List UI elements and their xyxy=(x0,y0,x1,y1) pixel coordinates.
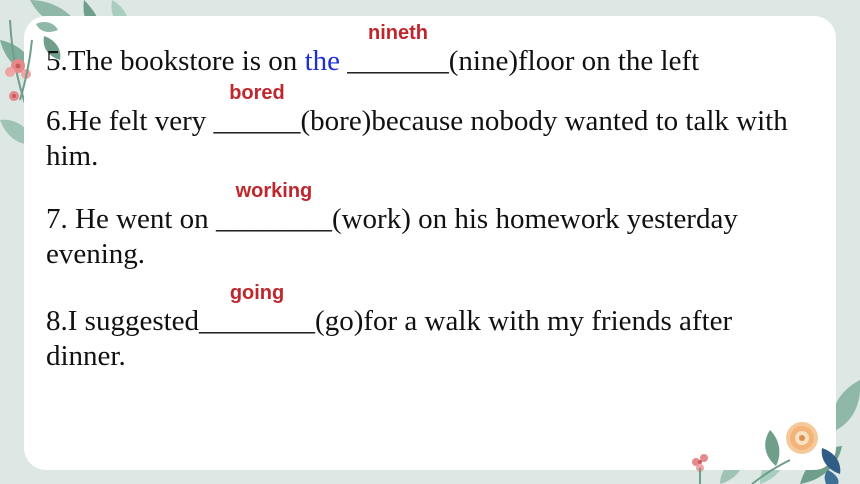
answer-text: bored xyxy=(229,82,285,104)
question-number: 8. xyxy=(46,305,68,337)
question-6: 6.He felt very ______ bored (bore)because … xyxy=(46,82,816,174)
blank-line: ________ xyxy=(199,305,316,337)
question-text-before: He felt very xyxy=(67,105,214,137)
question-5: 5.The bookstore is on the _______ nineth(… xyxy=(46,22,816,79)
answer-blank: ________ working xyxy=(215,180,332,237)
answer-blank: _______ nineth xyxy=(347,22,449,79)
question-number: 5. xyxy=(46,45,68,77)
question-number: 6. xyxy=(46,105,68,137)
question-text-before: He went on xyxy=(67,203,216,235)
question-text-before: I suggested xyxy=(67,305,200,337)
question-8: 8.I suggested________ going (go)for a walk… xyxy=(46,282,816,374)
answer-blank: ________ going xyxy=(199,282,316,339)
answer-text: going xyxy=(229,282,285,304)
blank-line: ______ xyxy=(213,105,301,137)
blank-line: _______ xyxy=(347,45,449,77)
question-number: 7. xyxy=(46,203,68,235)
answer-blank: ______ bored xyxy=(213,82,301,139)
highlighted-word: the xyxy=(304,45,340,77)
question-7: 7. He went on ________ working (work) on h… xyxy=(46,180,816,272)
answer-text: working xyxy=(235,180,313,202)
answer-text: nineth xyxy=(368,22,428,44)
question-text-before: The bookstore is on xyxy=(67,45,305,77)
blank-line: ________ xyxy=(215,203,332,235)
question-text-after: (nine)floor on the left xyxy=(448,45,700,77)
